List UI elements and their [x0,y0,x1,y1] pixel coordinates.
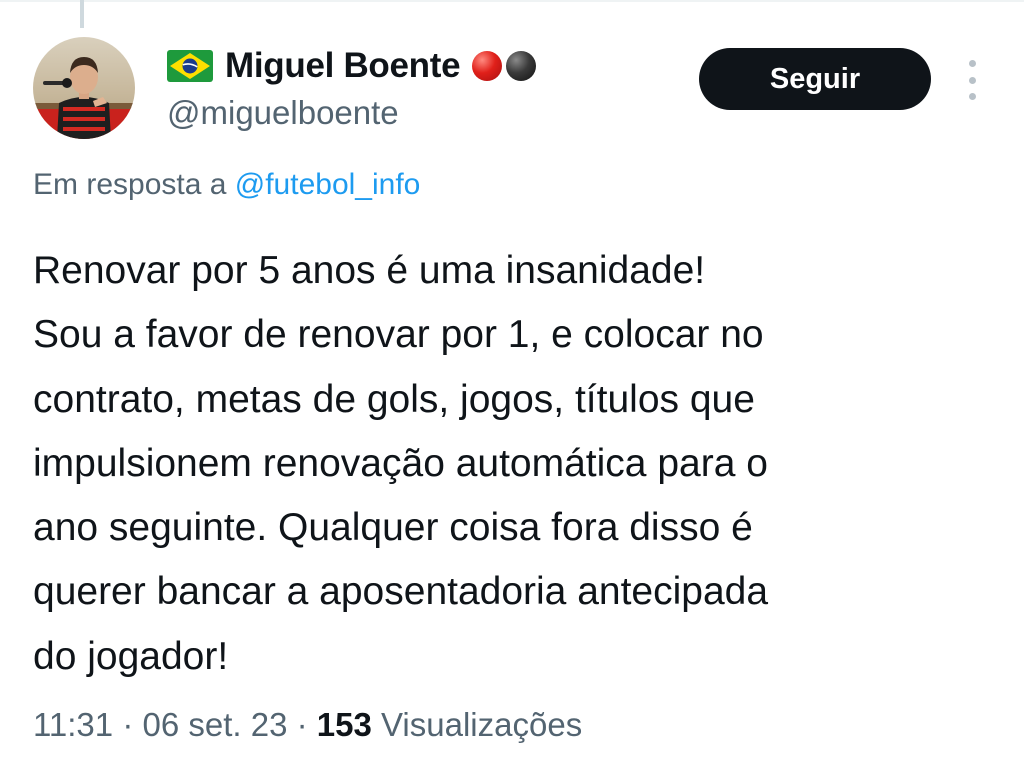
tweet-text-line: querer bancar a aposentadoria antecipada [33,570,769,614]
vertical-ellipsis-icon [968,60,976,67]
tweet-text: Renovar por 5 anos é uma insanidade! Sou… [33,239,1008,689]
tweet-text-line: Renovar por 5 anos é uma insanidade! [33,249,706,292]
tweet-time[interactable]: 11:31 [33,706,113,743]
views-label[interactable]: Visualizações [381,706,582,743]
tweet-text-line: Sou a favor de renovar por 1, e colocar … [33,313,764,357]
tweet-text-line: contrato, metas de gols, jogos, títulos … [33,377,755,421]
meta-separator: · [122,706,134,743]
reply-mention-link[interactable]: @futebol_info [235,168,421,201]
avatar[interactable] [33,37,135,139]
thread-connector-line [80,0,84,28]
tweet-text-line: ano seguinte. Qualquer coisa fora disso … [33,506,753,550]
avatar-photo [33,37,135,139]
user-name-row: Miguel Boente [167,38,537,94]
display-name[interactable]: Miguel Boente [225,46,461,86]
follow-button[interactable]: Seguir [699,48,931,110]
tweet-text-line: do jogador! [33,634,229,678]
tweet-text-line: impulsionem renovação automática para o [33,441,768,485]
black-circle-icon [506,51,537,81]
brazil-flag-icon [167,50,213,82]
reply-prefix: Em resposta a [33,168,227,201]
views-count[interactable]: 153 [317,706,372,743]
meta-separator: · [296,706,308,743]
user-handle[interactable]: @miguelboente [167,94,399,132]
reply-context: Em resposta a @futebol_info [33,168,420,202]
top-divider [0,0,1024,2]
red-circle-icon [472,51,503,81]
more-options-button[interactable] [962,60,982,100]
tweet-meta: 11:31 · 06 set. 23 · 153 Visualizações [33,706,582,744]
tweet-date[interactable]: 06 set. 23 [142,706,287,743]
